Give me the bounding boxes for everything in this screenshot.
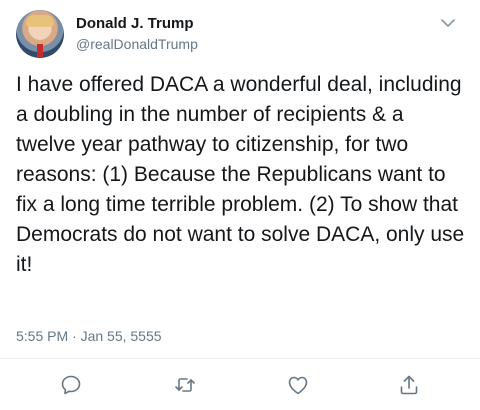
more-options-button[interactable]: [437, 12, 459, 34]
tweet-timestamp[interactable]: 5:55 PM · Jan 55, 5555: [16, 328, 162, 344]
heart-icon: [288, 376, 308, 395]
reply-icon: [61, 375, 81, 395]
share-icon: [400, 375, 418, 395]
tweet-card: Donald J. Trump @realDonaldTrump I have …: [0, 0, 480, 410]
retweet-button[interactable]: [172, 372, 198, 398]
avatar-tie-shape: [37, 44, 43, 58]
chevron-down-icon: [441, 19, 455, 27]
avatar-hair-shape: [26, 15, 54, 27]
author-display-name[interactable]: Donald J. Trump: [76, 15, 194, 32]
retweet-icon: [175, 378, 195, 392]
author-handle[interactable]: @realDonaldTrump: [76, 36, 198, 52]
reply-button[interactable]: [58, 372, 84, 398]
action-bar: [0, 372, 480, 398]
divider: [0, 358, 480, 359]
avatar[interactable]: [16, 10, 64, 58]
like-button[interactable]: [285, 372, 311, 398]
share-button[interactable]: [396, 372, 422, 398]
tweet-text: I have offered DACA a wonderful deal, in…: [16, 73, 465, 276]
